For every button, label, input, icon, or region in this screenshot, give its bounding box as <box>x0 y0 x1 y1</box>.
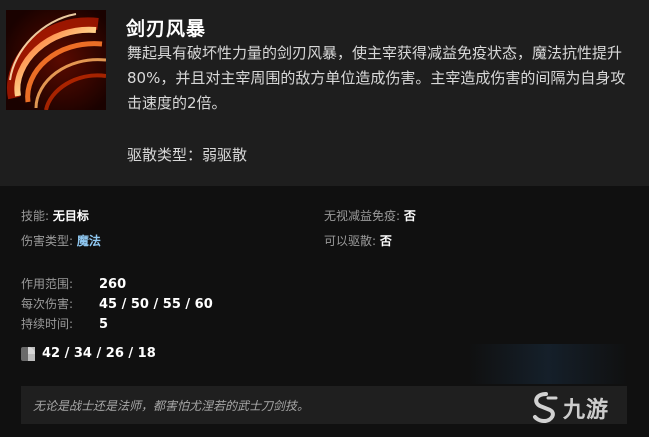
stat-duration: 持续时间: 5 <box>21 315 108 332</box>
attr-value: 魔法 <box>76 234 101 248</box>
cooldown-icon <box>21 346 35 361</box>
cooldown-value: 42 / 34 / 26 / 18 <box>42 346 156 361</box>
ability-title: 剑刃风暴 <box>126 18 207 40</box>
attr-label: 伤害类型: <box>21 234 74 248</box>
attr-value: 否 <box>403 209 416 223</box>
stat-damage: 每次伤害: 45 / 50 / 55 / 60 <box>21 295 213 312</box>
ability-description: 舞起具有破坏性力量的剑刃风暴，使主宰获得减益免疫状态，魔法抗性提升80%，并且对… <box>127 44 626 112</box>
lore-text: 无论是战士还是法师，都害怕尤涅若的武士刀剑技。 <box>33 399 310 413</box>
attr-label: 技能: <box>21 209 50 223</box>
watermark: 九游 <box>530 392 609 424</box>
attr-value: 否 <box>379 234 392 248</box>
stat-value: 260 <box>99 277 127 292</box>
stat-label: 作用范围: <box>21 277 74 291</box>
stat-label: 每次伤害: <box>21 297 74 311</box>
attr-label: 无视减益免疫: <box>324 209 401 223</box>
dispel-type: 驱散类型：弱驱散 <box>127 146 248 164</box>
attr-ability-target: 技能: 无目标 <box>21 207 89 224</box>
stat-radius: 作用范围: 260 <box>21 275 126 292</box>
attr-damage-type: 伤害类型: 魔法 <box>21 232 101 249</box>
attr-dispellable: 可以驱散: 否 <box>324 232 392 249</box>
jiuyou-logo-icon <box>533 392 558 424</box>
stat-value: 45 / 50 / 55 / 60 <box>99 297 213 312</box>
attr-label: 可以驱散: <box>324 234 377 248</box>
stat-value: 5 <box>99 317 109 332</box>
stat-label: 持续时间: <box>21 317 74 331</box>
cooldown-row: 42 / 34 / 26 / 18 <box>21 346 156 361</box>
attr-value: 无目标 <box>52 209 89 223</box>
watermark-glow <box>468 344 628 384</box>
attr-pierce-immunity: 无视减益免疫: 否 <box>324 207 416 224</box>
watermark-text: 九游 <box>563 398 610 423</box>
blade-fury-icon <box>6 10 106 110</box>
